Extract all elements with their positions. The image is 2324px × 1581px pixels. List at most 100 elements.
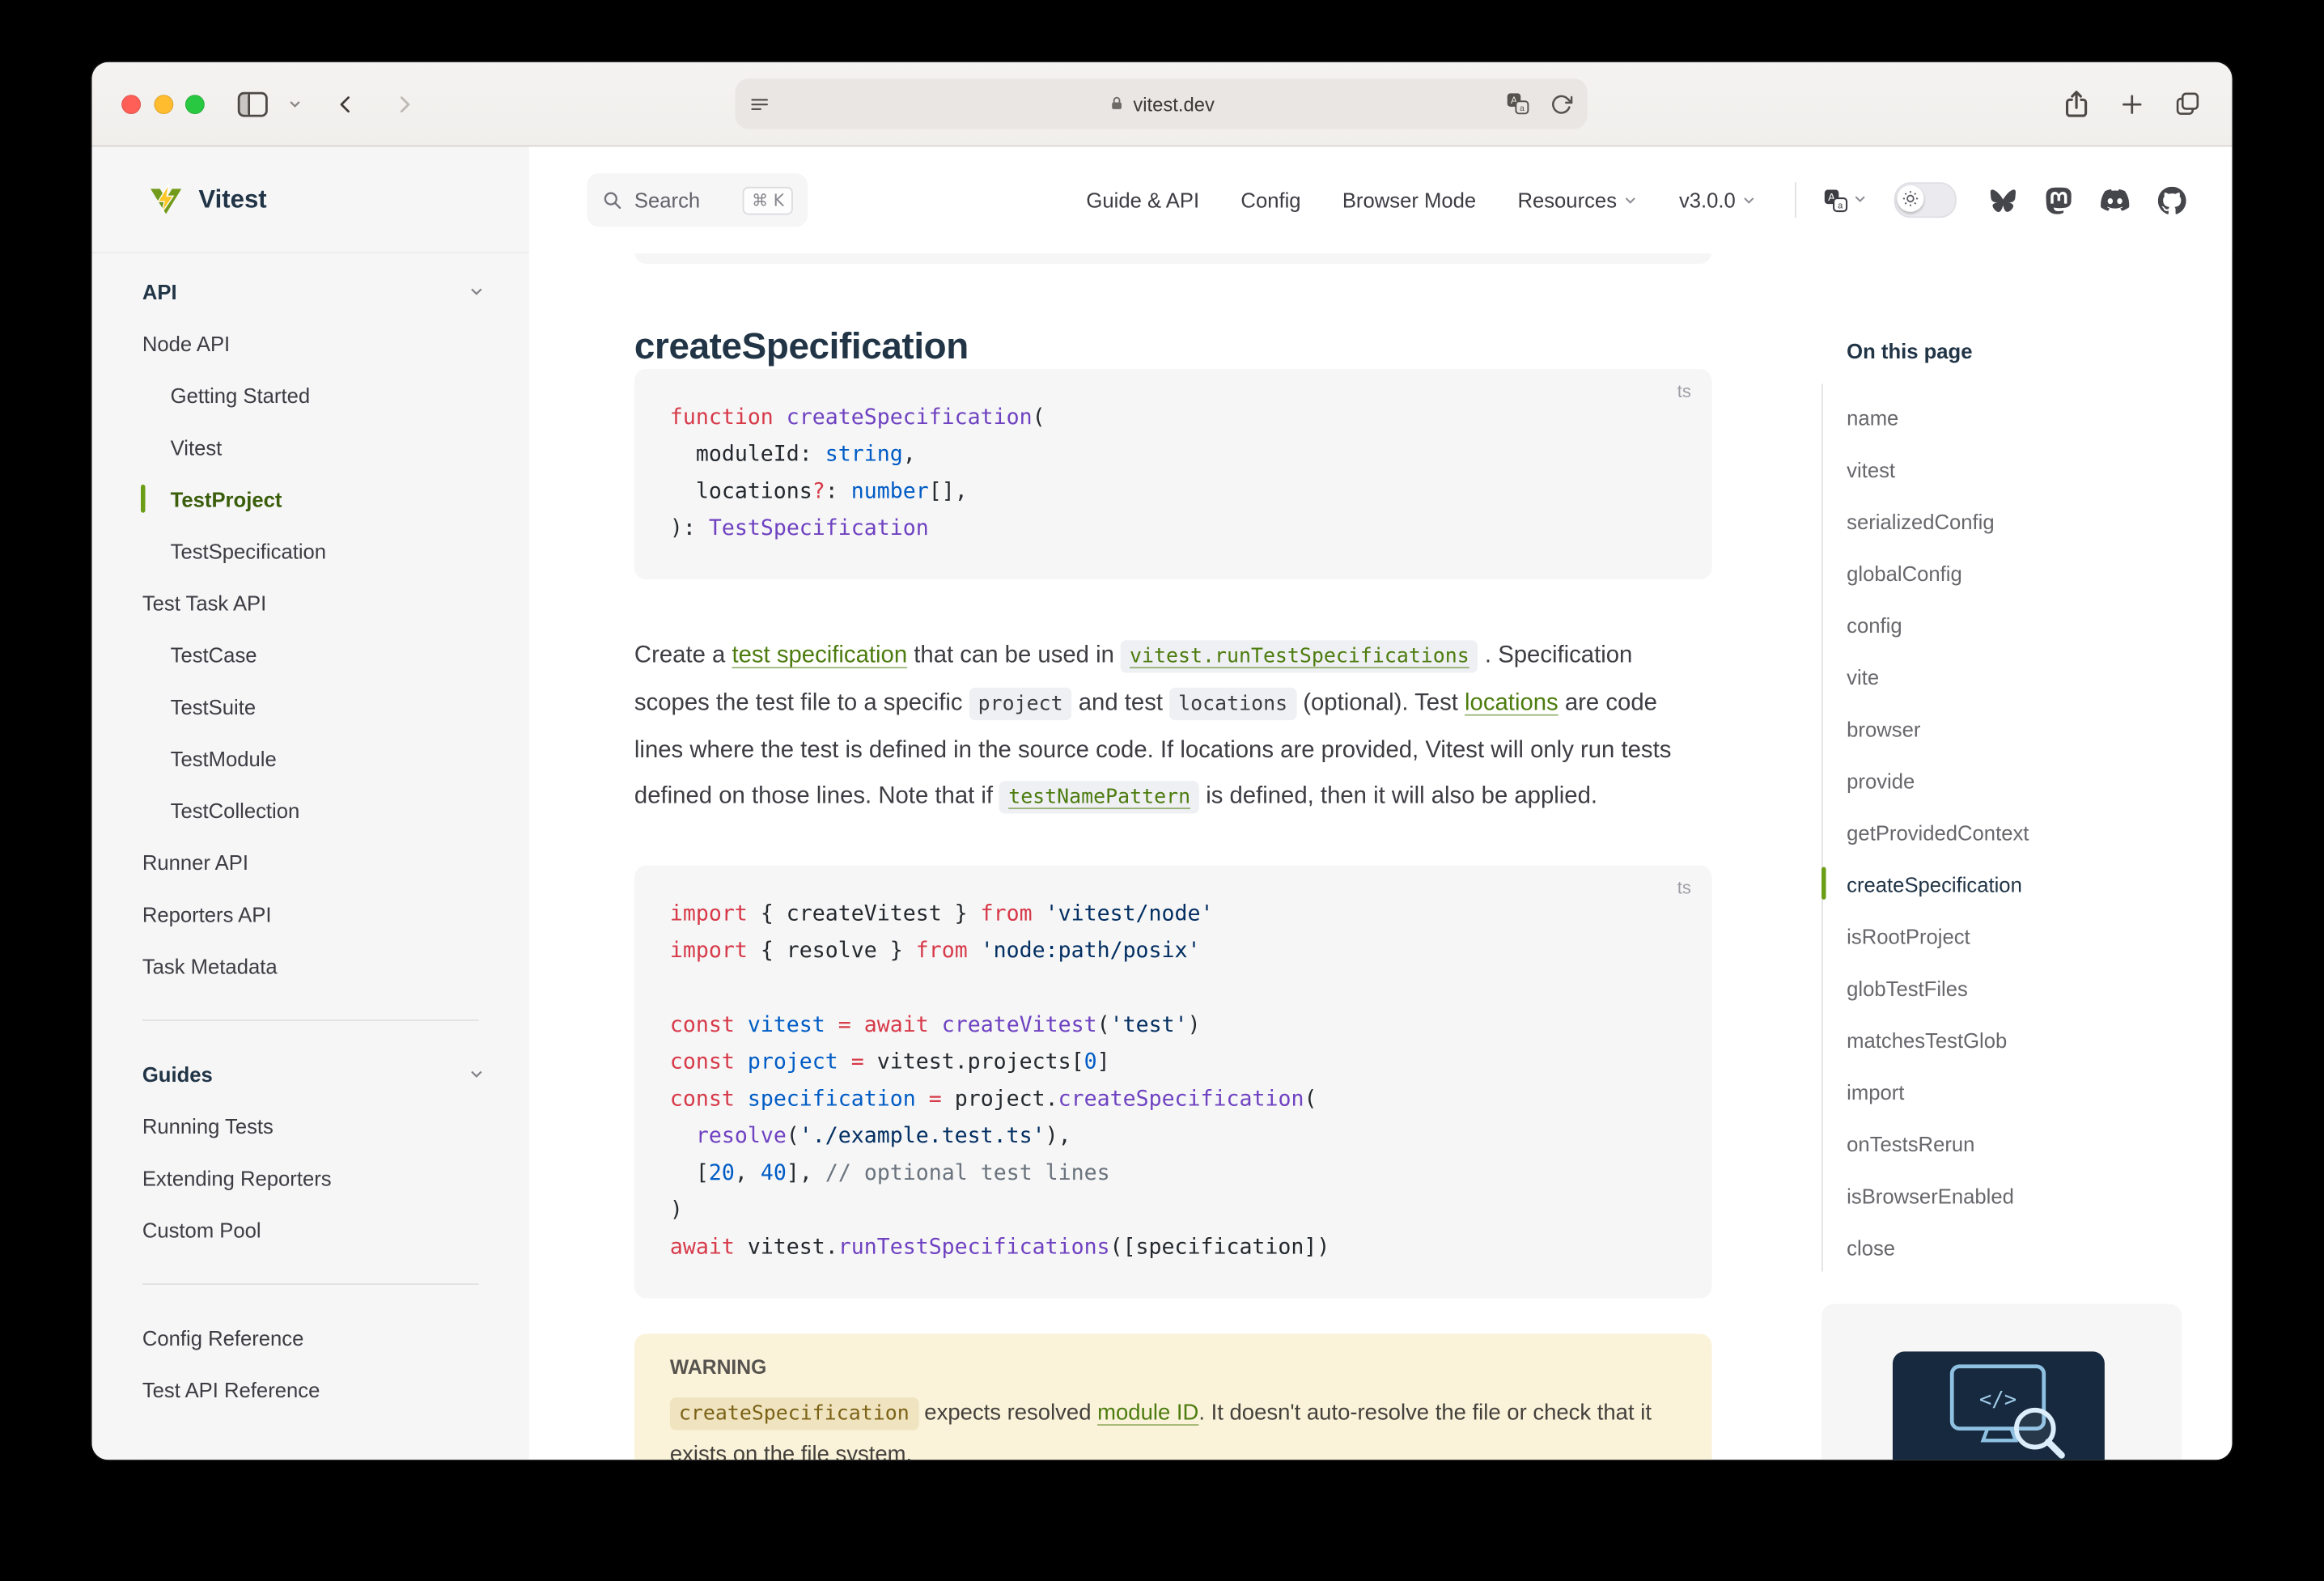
outline-item-matchestestglob[interactable]: matchesTestGlob [1847,1014,2029,1066]
browser-titlebar: vitest.dev Aa [92,62,2233,146]
mastodon-icon[interactable] [2046,186,2072,214]
warning-title: WARNING [670,1356,1677,1378]
outline-item-serializedconfig[interactable]: serializedConfig [1847,495,2029,547]
theme-toggle[interactable] [1894,182,1957,218]
inline-link[interactable]: locations [1465,691,1559,716]
tab-overview-icon[interactable] [2174,91,2201,117]
chevron-down-icon [1741,193,1756,207]
outline-item-isrootproject[interactable]: isRootProject [1847,910,2029,962]
sidebar-item-testcollection[interactable]: TestCollection [142,784,494,836]
outline-item-createspecification[interactable]: createSpecification [1847,858,2029,909]
nav-link-v3-0-0[interactable]: v3.0.0 [1679,189,1757,212]
address-bar[interactable]: vitest.dev Aa [735,78,1587,129]
code-lang-label: ts [1677,877,1691,898]
outline-item-import[interactable]: import [1847,1066,2029,1117]
sidebar-item-getting-started[interactable]: Getting Started [142,369,494,421]
code-line: const vitest = await createVitest('test'… [670,1007,1677,1045]
traffic-lights [92,94,205,113]
sidebar-item-task-metadata[interactable]: Task Metadata [142,939,494,991]
sidebar-item-label: Running Tests [142,1113,274,1137]
outline-item-getprovidedcontext[interactable]: getProvidedContext [1847,806,2029,858]
outline-item-vitest[interactable]: vitest [1847,443,2029,495]
sidebar-item-custom-pool[interactable]: Custom Pool [142,1203,494,1255]
inline-code-link[interactable]: vitest.runTestSpecifications [1121,640,1478,672]
code-line: ) [670,1193,1677,1230]
inline-code: project [969,688,1072,720]
inline-code-link[interactable]: testNamePattern [999,781,1199,813]
sidebar-item-test-api-reference[interactable]: Test API Reference [142,1363,494,1415]
inline-link[interactable]: module ID [1097,1401,1198,1426]
sidebar-item-testspecification[interactable]: TestSpecification [142,524,494,576]
code-glyph: </> [1978,1388,2016,1412]
sidebar-item-test-task-api[interactable]: Test Task API [142,576,494,628]
share-icon[interactable] [2063,89,2090,119]
sponsor-box[interactable]: </> [1821,1304,2182,1460]
inline-link[interactable]: test specification [732,643,907,668]
sidebar-item-testmodule[interactable]: TestModule [142,732,494,784]
minimize-window-button[interactable] [154,94,173,113]
sidebar-item-reporters-api[interactable]: Reporters API [142,888,494,939]
sidebar-item-extending-reporters[interactable]: Extending Reporters [142,1151,494,1203]
outline-item-isbrowserenabled[interactable]: isBrowserEnabled [1847,1169,2029,1221]
sidebar-item-running-tests[interactable]: Running Tests [142,1100,494,1151]
outline-item-globalconfig[interactable]: globalConfig [1847,547,2029,599]
outline-item-globtestfiles[interactable]: globTestFiles [1847,962,2029,1014]
github-icon[interactable] [2158,186,2186,214]
sidebar-item-label: TestSuite [171,694,256,718]
tab-group-chevron-icon[interactable] [287,96,302,111]
outline-item-close[interactable]: close [1847,1221,2029,1273]
warning-callout: WARNING createSpecification expects reso… [634,1333,1712,1460]
outline-rail [1821,384,1823,1271]
active-indicator [141,485,145,513]
translate-icon[interactable]: Aa [1506,92,1529,116]
outline-title: On this page [1847,339,1972,362]
sidebar-item-testproject[interactable]: TestProject [142,473,494,524]
outline-item-browser[interactable]: browser [1847,702,2029,754]
code-line: await vitest.runTestSpecifications([spec… [670,1230,1677,1267]
new-tab-icon[interactable] [2119,91,2144,117]
nav-link-guide-api[interactable]: Guide & API [1086,189,1199,212]
sidebar-item-testsuite[interactable]: TestSuite [142,680,494,732]
search-input[interactable]: Search ⌘ K [587,173,808,227]
chevron-down-icon [1622,193,1637,207]
outline-item-name[interactable]: name [1847,392,2029,443]
back-icon[interactable] [335,91,357,117]
sidebar-item-api[interactable]: API [142,265,494,317]
sidebar-item-config-reference[interactable]: Config Reference [142,1312,494,1363]
language-menu[interactable]: Aa [1823,187,1868,214]
sidebar-item-guides[interactable]: Guides [142,1048,494,1100]
sidebar-item-testcase[interactable]: TestCase [142,629,494,680]
nav-link-config[interactable]: Config [1240,189,1300,212]
zoom-window-button[interactable] [185,94,205,113]
svg-text:a: a [1520,104,1525,113]
close-window-button[interactable] [121,94,141,113]
outline-active-marker [1821,867,1826,899]
nav-link-resources[interactable]: Resources [1517,189,1637,212]
chevron-down-icon [469,283,485,299]
outline-item-ontestsrerun[interactable]: onTestsRerun [1847,1117,2029,1169]
sidebar-item-label: TestModule [171,746,277,769]
code-block-signature[interactable]: ts function createSpecification( moduleI… [634,369,1712,579]
sidebar-toggle-icon[interactable] [237,91,268,117]
bluesky-icon[interactable] [1989,188,2017,213]
forward-icon[interactable] [392,91,414,117]
sidebar-item-label: TestCase [171,642,257,666]
page-title: createSpecification [634,325,969,368]
reload-icon[interactable] [1550,92,1572,114]
nav-link-browser-mode[interactable]: Browser Mode [1342,189,1476,212]
doc-sidebar: Vitest APINode APIGetting StartedVitestT… [92,146,529,1460]
sidebar-item-vitest[interactable]: Vitest [142,421,494,473]
sidebar-item-runner-api[interactable]: Runner API [142,836,494,888]
sidebar-item-node-api[interactable]: Node API [142,317,494,369]
code-block-example[interactable]: ts import { createVitest } from 'vitest/… [634,866,1712,1299]
code-line: moduleId: string, [670,437,1677,474]
sponsor-image: </> [1893,1351,2105,1460]
code-lines: import { createVitest } from 'vitest/nod… [670,896,1677,1267]
outline-item-config[interactable]: config [1847,599,2029,651]
discord-icon[interactable] [2100,189,2130,212]
outline-item-vite[interactable]: vite [1847,651,2029,702]
inline-code: locations [1169,688,1296,720]
outline-item-provide[interactable]: provide [1847,754,2029,806]
vitest-logo[interactable]: Vitest [92,146,529,253]
text-run: Create a [634,643,732,668]
